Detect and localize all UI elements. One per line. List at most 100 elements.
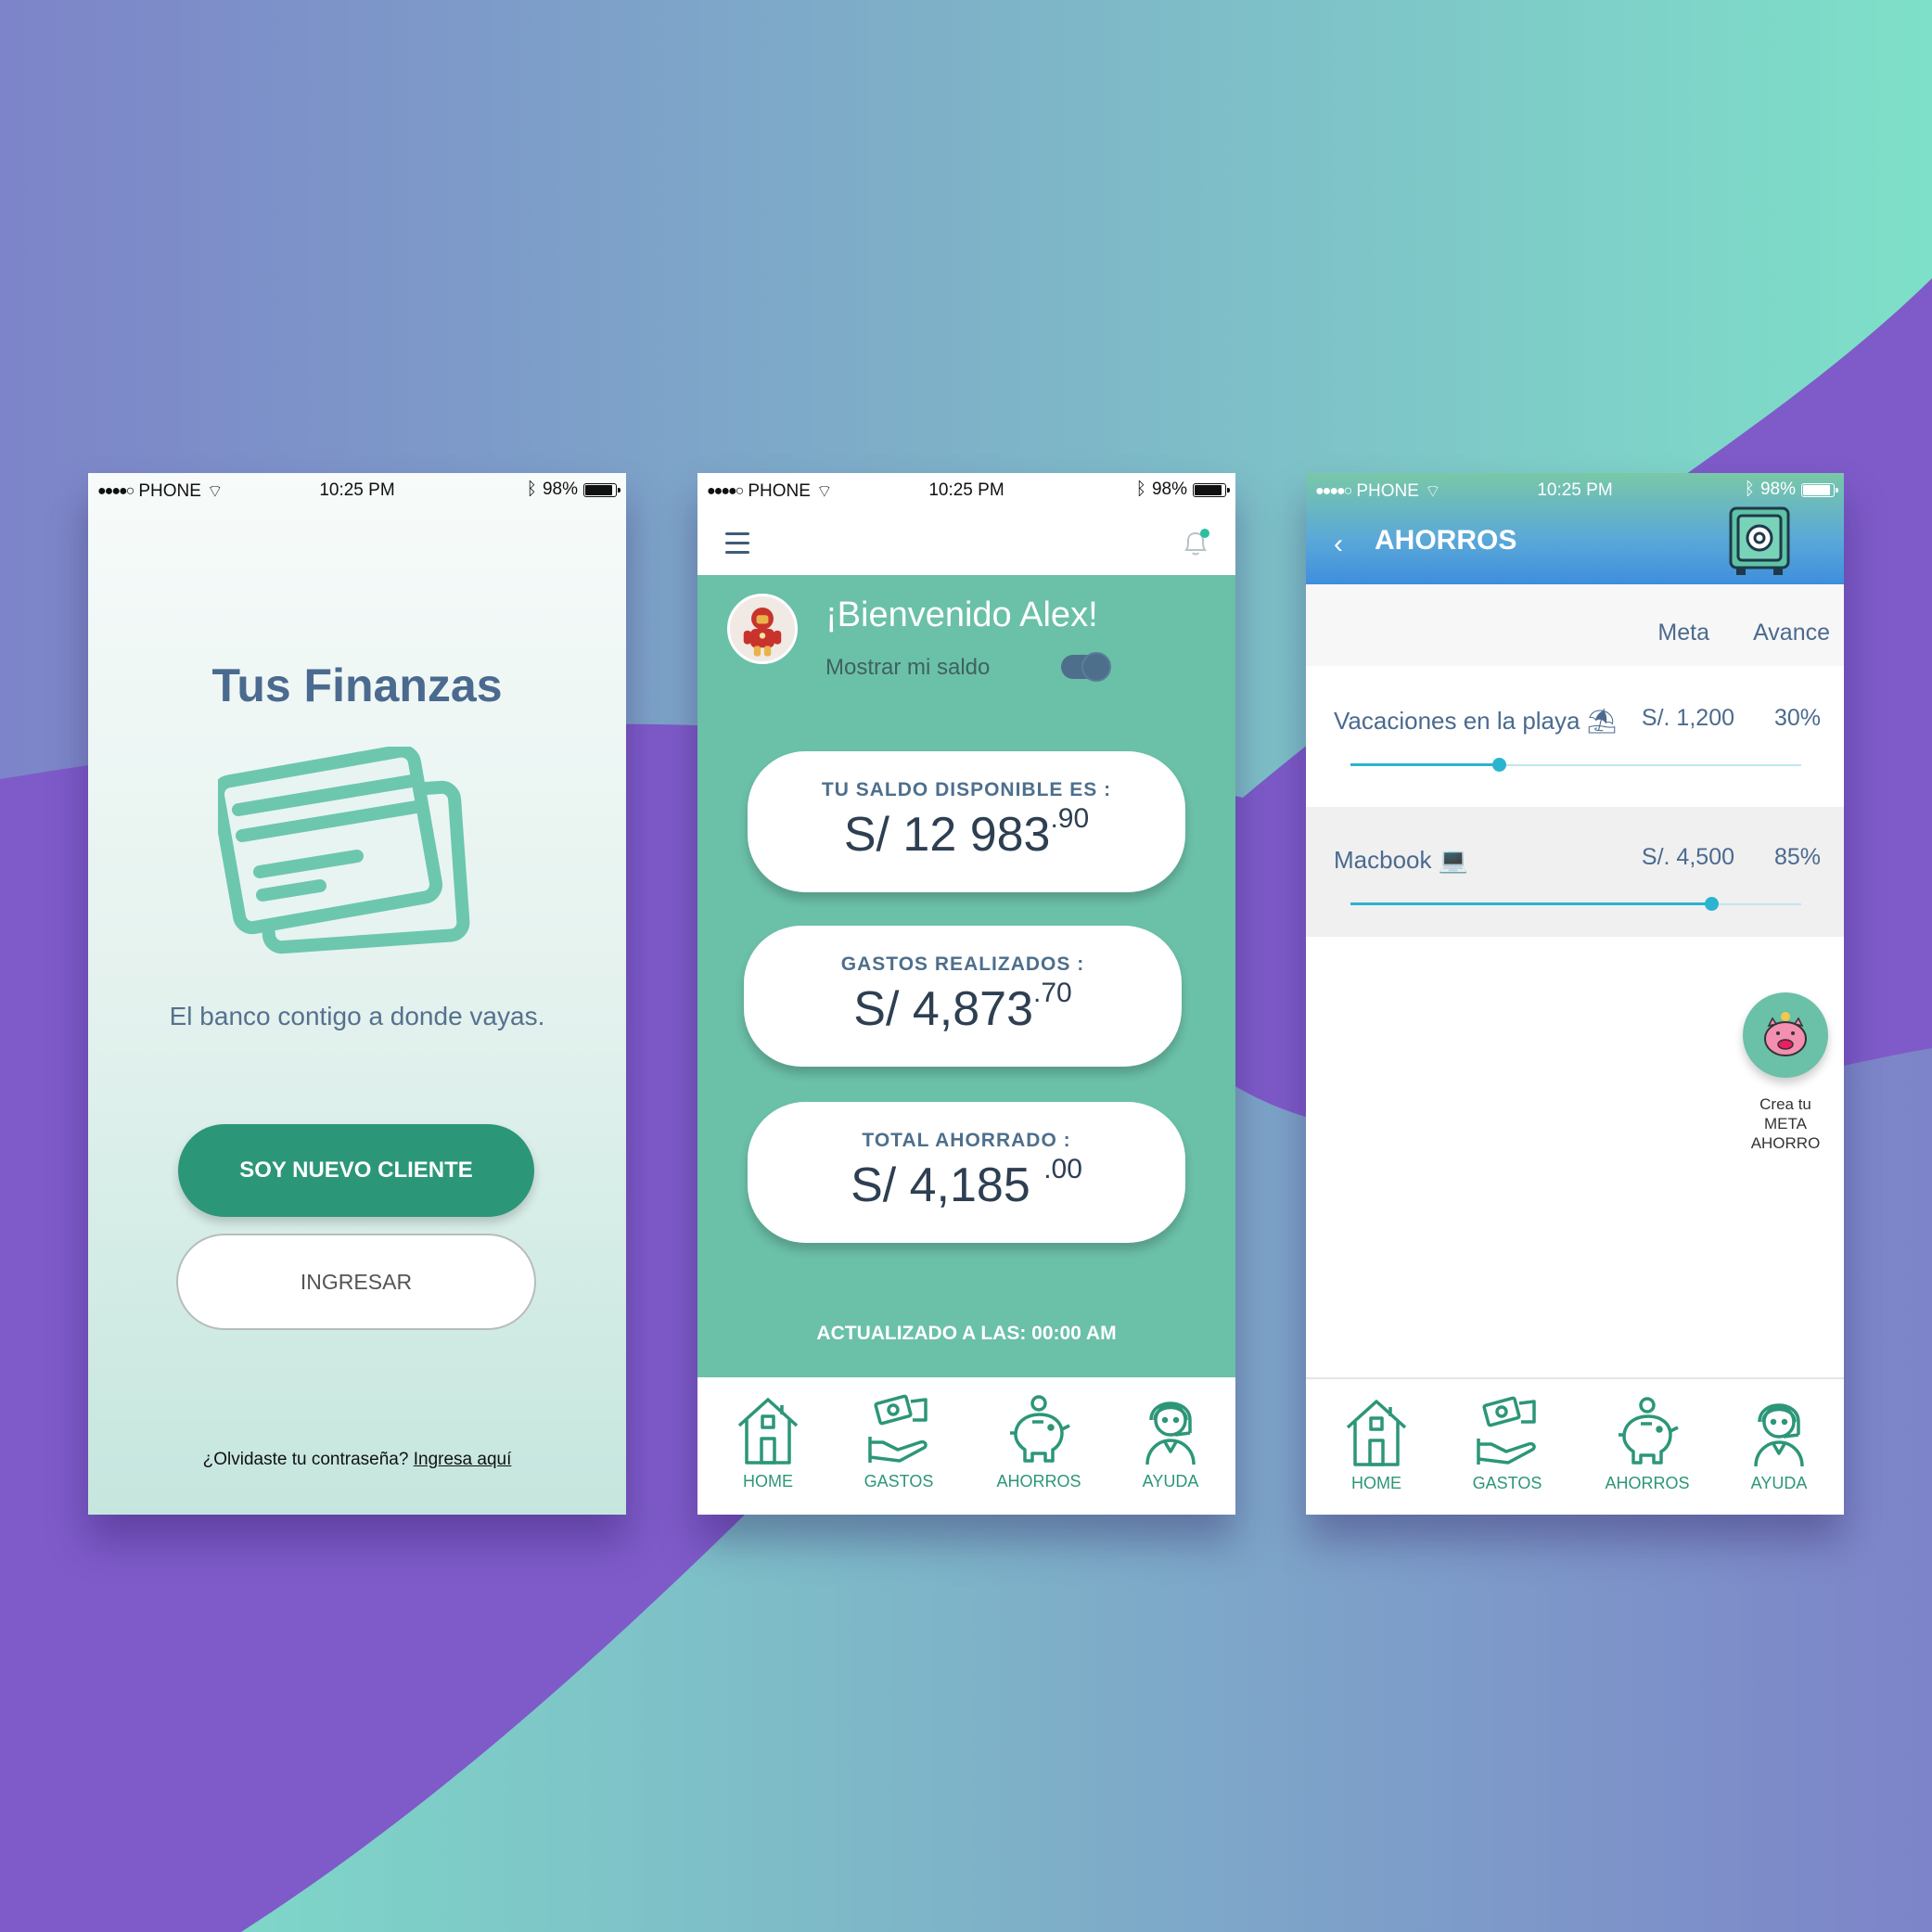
slider-thumb[interactable]	[1704, 897, 1719, 911]
battery-percent: 98%	[542, 480, 578, 499]
battery-percent: 98%	[1151, 480, 1187, 499]
goal-name-text: Vacaciones en la playa	[1334, 707, 1580, 735]
support-agent-icon	[1145, 1401, 1196, 1465]
nav-ayuda[interactable]: AYUDA	[1120, 1392, 1222, 1491]
nav-label: AYUDA	[1750, 1474, 1808, 1492]
expenses-card[interactable]: GASTOS REALIZADOS : S/ 4,873.70	[744, 926, 1182, 1067]
amount-cents: .00	[1043, 1154, 1082, 1184]
nav-label: GASTOS	[864, 1472, 934, 1491]
column-meta: Meta	[1657, 620, 1709, 646]
pink-piggy-icon	[1764, 1012, 1807, 1056]
show-balance-label: Mostrar mi saldo	[825, 655, 991, 680]
column-avance: Avance	[1753, 620, 1830, 646]
bluetooth-icon: ᛒ	[1135, 480, 1146, 499]
amount-main: S/ 4,873	[853, 982, 1033, 1036]
support-agent-icon	[1754, 1403, 1804, 1467]
fab-line: Crea tu	[1759, 1095, 1811, 1113]
column-headers: Meta Avance	[1306, 584, 1844, 666]
savings-goal-row[interactable]: Macbook 💻 S/. 4,500 85%	[1306, 807, 1844, 937]
total-savings-card[interactable]: TOTAL AHORRADO : S/ 4,185 .00	[748, 1102, 1185, 1243]
money-hand-icon	[1477, 1396, 1536, 1465]
forgot-text: ¿Olvidaste tu contraseña?	[202, 1450, 409, 1469]
nav-gastos[interactable]: GASTOS	[848, 1392, 950, 1491]
nav-label: AHORROS	[996, 1472, 1081, 1491]
create-goal-label: Crea tu META AHORRO	[1725, 1094, 1844, 1153]
safe-icon	[1729, 506, 1790, 575]
page-title: AHORROS	[1375, 525, 1517, 556]
goal-avance: 30%	[1773, 705, 1821, 731]
app-title: Tus Finanzas	[211, 659, 503, 711]
status-bar: ●●●●○ PHONE ⌔ 10:25 PM ᛒ 98%	[697, 473, 1235, 506]
hamburger-menu-icon[interactable]	[725, 532, 749, 560]
amount-main: S/ 12 983	[843, 808, 1051, 862]
ironman-avatar-icon	[743, 607, 782, 657]
slider-thumb[interactable]	[1492, 758, 1507, 772]
battery-icon	[1193, 482, 1230, 497]
bottom-nav: HOME GASTOS AHORROS AYUDA	[1306, 1377, 1844, 1515]
money-hand-icon	[868, 1394, 928, 1463]
nav-label: AYUDA	[1142, 1472, 1199, 1491]
goal-name: Vacaciones en la playa ⛱	[1334, 707, 1618, 736]
savings-header: ●●●●○ PHONE ⌔ 10:25 PM ᛒ 98% ‹ AHORROS	[1306, 473, 1844, 584]
nav-ahorros[interactable]: AHORROS	[1596, 1394, 1698, 1493]
card-title: TOTAL AHORRADO :	[862, 1130, 1071, 1151]
amount-main: S/ 4,185	[851, 1158, 1044, 1212]
home-icon	[737, 1398, 799, 1465]
battery-icon	[583, 482, 621, 497]
bluetooth-icon: ᛒ	[526, 480, 537, 499]
piggy-bank-icon	[1619, 1397, 1679, 1465]
home-icon	[1346, 1400, 1407, 1466]
amount-cents: .90	[1050, 803, 1090, 834]
goal-meta: S/. 4,500	[1641, 844, 1734, 870]
goal-name: Macbook 💻	[1334, 846, 1468, 875]
bottom-nav: HOME GASTOS AHORROS AYUDA	[697, 1377, 1235, 1515]
goal-name-text: Macbook	[1334, 846, 1432, 874]
status-bar: ●●●●○ PHONE ⌔ 10:25 PM ᛒ 98%	[88, 473, 626, 506]
card-amount: S/ 4,185 .00	[748, 1154, 1185, 1213]
new-client-button[interactable]: SOY NUEVO CLIENTE	[178, 1124, 534, 1217]
bluetooth-icon: ᛒ	[1744, 480, 1755, 499]
progress-slider[interactable]	[1350, 897, 1801, 911]
welcome-message: ¡Bienvenido Alex!	[825, 595, 1098, 634]
avatar[interactable]	[727, 594, 798, 664]
beach-icon: ⛱	[1586, 707, 1618, 735]
laptop-icon: 💻	[1438, 846, 1469, 874]
fab-line: AHORRO	[1750, 1134, 1821, 1152]
status-bar: ●●●●○ PHONE ⌔ 10:25 PM ᛒ 98%	[1306, 473, 1844, 506]
create-goal-button[interactable]	[1743, 992, 1828, 1078]
nav-home[interactable]: HOME	[717, 1392, 819, 1491]
nav-label: AHORROS	[1605, 1474, 1690, 1492]
nav-label: HOME	[743, 1472, 793, 1491]
show-balance-toggle[interactable]	[1061, 652, 1111, 682]
back-chevron-icon[interactable]: ‹	[1334, 529, 1343, 560]
forgot-password: ¿Olvidaste tu contraseña? Ingresa aquí	[88, 1450, 626, 1470]
login-button[interactable]: INGRESAR	[176, 1234, 536, 1330]
notification-bell-icon[interactable]	[1180, 527, 1211, 558]
fab-line: META	[1764, 1115, 1807, 1132]
battery-icon	[1801, 482, 1838, 497]
available-balance-card[interactable]: TU SALDO DISPONIBLE ES : S/ 12 983.90	[748, 751, 1185, 892]
battery-percent: 98%	[1759, 480, 1796, 499]
nav-home[interactable]: HOME	[1325, 1394, 1427, 1493]
nav-label: HOME	[1351, 1474, 1401, 1492]
progress-slider[interactable]	[1350, 758, 1801, 772]
nav-ahorros[interactable]: AHORROS	[988, 1392, 1090, 1491]
goal-meta: S/. 1,200	[1641, 705, 1734, 731]
goal-avance: 85%	[1773, 844, 1821, 870]
savings-goal-row[interactable]: Vacaciones en la playa ⛱ S/. 1,200 30%	[1306, 668, 1844, 798]
card-amount: S/ 4,873.70	[744, 978, 1182, 1037]
updated-timestamp: ACTUALIZADO A LAS: 00:00 AM	[816, 1323, 1117, 1344]
amount-cents: .70	[1033, 978, 1072, 1008]
nav-gastos[interactable]: GASTOS	[1456, 1394, 1558, 1493]
login-screen: ●●●●○ PHONE ⌔ 10:25 PM ᛒ 98% Tus Finanzas E…	[88, 473, 626, 1515]
nav-label: GASTOS	[1472, 1474, 1542, 1492]
nav-ayuda[interactable]: AYUDA	[1728, 1394, 1830, 1493]
tagline: El banco contigo a donde vayas.	[169, 1002, 545, 1030]
credit-cards-icon	[218, 747, 470, 954]
card-title: TU SALDO DISPONIBLE ES :	[821, 779, 1112, 800]
savings-screen: ●●●●○ PHONE ⌔ 10:25 PM ᛒ 98% ‹ AHORROS Meta…	[1306, 473, 1844, 1515]
forgot-link[interactable]: Ingresa aquí	[414, 1450, 512, 1469]
card-amount: S/ 12 983.90	[748, 803, 1185, 863]
card-title: GASTOS REALIZADOS :	[840, 953, 1085, 975]
top-bar: ●●●●○ PHONE ⌔ 10:25 PM ᛒ 98%	[697, 473, 1235, 575]
